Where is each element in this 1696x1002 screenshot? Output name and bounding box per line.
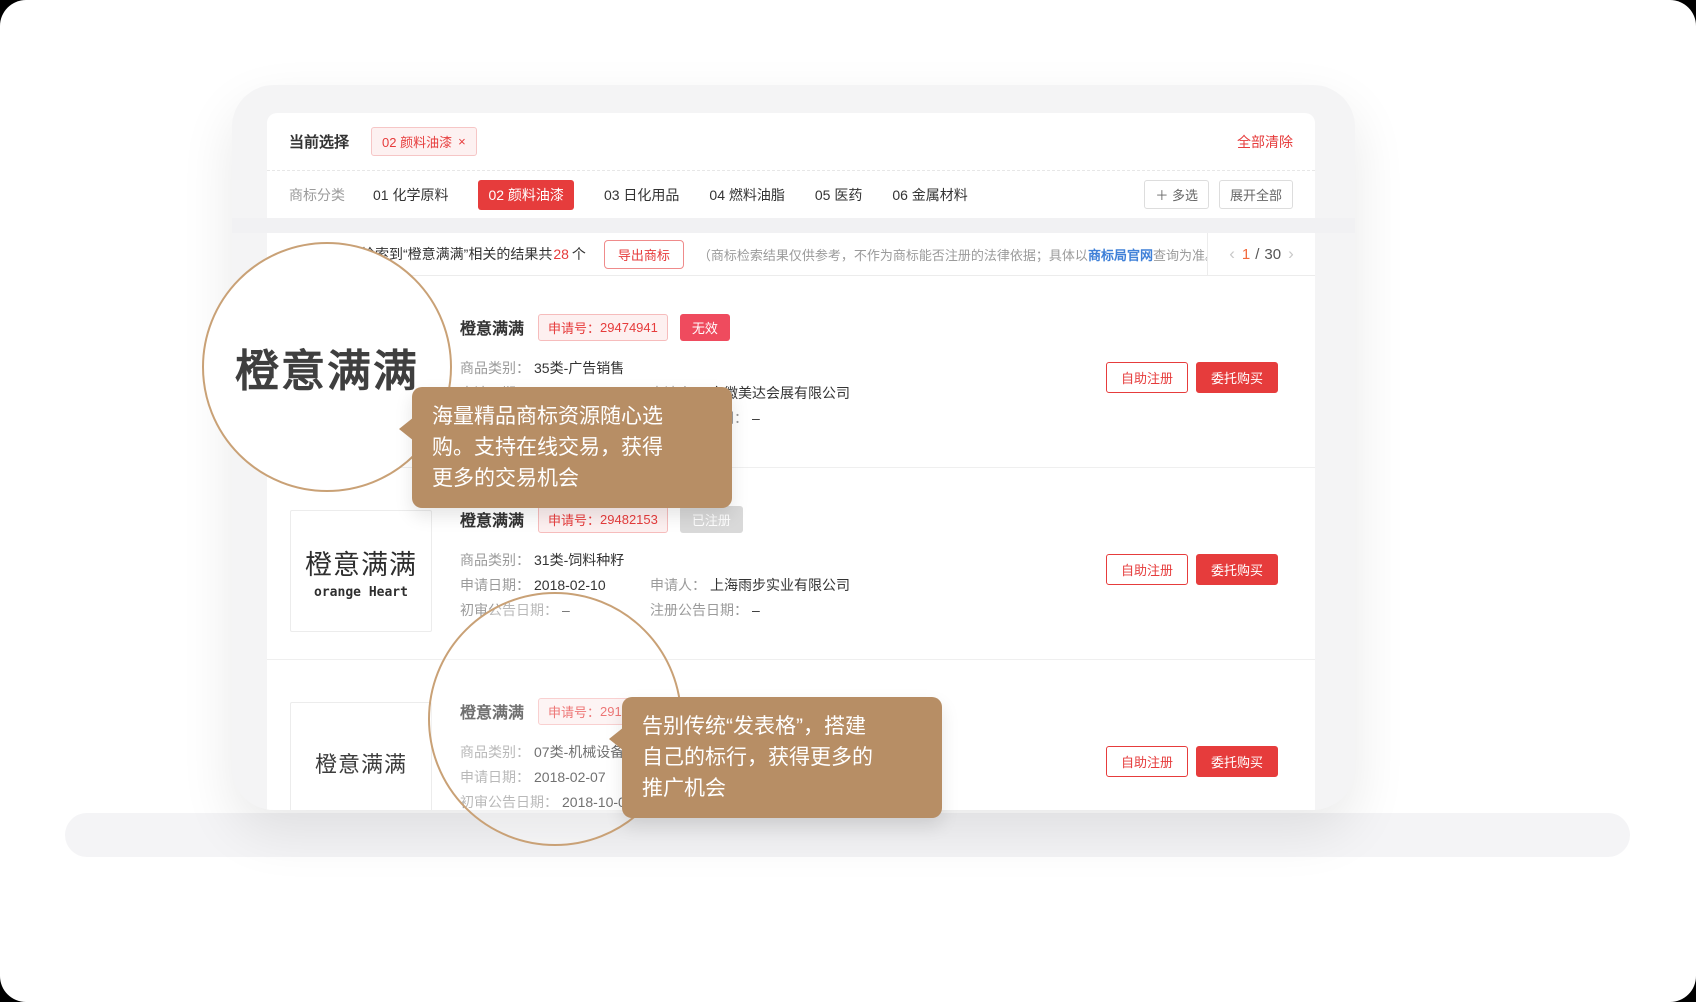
expand-all-button[interactable]: 展开全部 — [1219, 180, 1293, 209]
result-count-unit: 个 — [572, 244, 586, 264]
remove-filter-icon[interactable]: × — [458, 134, 466, 149]
row-actions: 自助注册 委托购买 — [1106, 746, 1278, 777]
application-no-tag: 申请号：29482153 — [538, 506, 668, 533]
current-page: 1 — [1242, 246, 1250, 263]
category-field-value: 31类-饲料种籽 — [534, 552, 624, 568]
page-separator: / — [1255, 246, 1259, 263]
disclaimer-note: （商标检索结果仅供参考，不作为商标能否注册的法律依据；具体以商标局官网查询为准。… — [698, 245, 1207, 264]
category-field-label: 商品类别： — [460, 552, 530, 568]
application-no-tag: 申请号：29474941 — [538, 314, 668, 341]
reg-notice-label: 注册公告日期： — [650, 602, 748, 618]
magnified-trademark-text: 橙意满满 — [235, 335, 419, 399]
category-label: 商标分类 — [289, 185, 345, 205]
trademark-name: 橙意满满 — [460, 507, 524, 531]
marketing-tooltip-trade: 海量精品商标资源随心选 购。支持在线交易，获得 更多的交易机会 — [412, 387, 732, 508]
category-item-06[interactable]: 06 金属材料 — [892, 185, 967, 205]
row-actions: 自助注册 委托购买 — [1106, 554, 1278, 585]
category-item-01[interactable]: 01 化学原料 — [373, 185, 448, 205]
self-register-button[interactable]: 自助注册 — [1106, 554, 1188, 585]
results-summary: 当前分类下检索到“橙意满满”相关的结果共28个 导出商标 （商标检索结果仅供参考… — [267, 233, 1207, 275]
category-field-label: 商品类别： — [460, 360, 530, 376]
chevron-right-icon[interactable]: › — [1281, 244, 1301, 264]
plus-icon: ＋ — [1155, 188, 1168, 203]
trademark-office-link[interactable]: 商标局官网 — [1088, 248, 1153, 263]
category-row: 商标分类 01 化学原料 02 颜料油漆 03 日化用品 04 燃料油脂 05 … — [267, 171, 1315, 218]
current-selection-label: 当前选择 — [289, 131, 349, 152]
laptop-base-bar — [65, 813, 1630, 857]
trademark-name: 橙意满满 — [460, 315, 524, 339]
multi-select-label: 多选 — [1172, 188, 1198, 203]
entrust-buy-button[interactable]: 委托购买 — [1196, 362, 1278, 393]
page: 当前选择 02 颜料油漆 × 全部清除 商标分类 01 化学原料 02 颜料油漆… — [0, 0, 1696, 1002]
selected-filter-tag-label: 02 颜料油漆 — [382, 132, 452, 151]
marketing-tooltip-promo: 告别传统“发表格”，搭建 自己的标行，获得更多的 推广机会 — [622, 697, 942, 818]
reg-notice-value: – — [752, 410, 760, 426]
clear-all-button[interactable]: 全部清除 — [1237, 132, 1293, 152]
apply-date-label: 申请日期： — [460, 577, 530, 593]
export-trademarks-button[interactable]: 导出商标 — [604, 240, 684, 269]
applicant-label: 申请人： — [650, 577, 706, 593]
results-header: 当前分类下检索到“橙意满满”相关的结果共28个 导出商标 （商标检索结果仅供参考… — [267, 233, 1315, 276]
pagination: ‹ 1 / 30 › — [1207, 233, 1315, 275]
category-item-05[interactable]: 05 医药 — [815, 185, 862, 205]
status-badge: 无效 — [680, 314, 730, 341]
applicant-value: 上海雨步实业有限公司 — [710, 577, 850, 593]
result-count: 28 — [553, 246, 569, 262]
apply-date-value: 2018-02-10 — [534, 577, 606, 593]
category-item-02-active[interactable]: 02 颜料油漆 — [478, 180, 573, 210]
divider-band — [232, 218, 1355, 233]
trademark-image: 橙意满满 orange Heart — [290, 510, 432, 632]
multi-select-button[interactable]: ＋ 多选 — [1144, 180, 1209, 209]
selected-filter-tag[interactable]: 02 颜料油漆 × — [371, 127, 477, 156]
filter-card: 当前选择 02 颜料油漆 × 全部清除 商标分类 01 化学原料 02 颜料油漆… — [267, 113, 1315, 218]
trademark-image-text: 橙意满满 — [305, 543, 417, 582]
self-register-button[interactable]: 自助注册 — [1106, 362, 1188, 393]
self-register-button[interactable]: 自助注册 — [1106, 746, 1188, 777]
chevron-left-icon[interactable]: ‹ — [1222, 244, 1242, 264]
trademark-image: 橙意满满 — [290, 702, 432, 810]
category-field-value: 35类-广告销售 — [534, 360, 624, 376]
total-pages: 30 — [1264, 246, 1281, 263]
trademark-image-text: 橙意满满 — [315, 747, 407, 779]
reg-notice-value: – — [752, 602, 760, 618]
row-actions: 自助注册 委托购买 — [1106, 362, 1278, 393]
status-badge: 已注册 — [680, 506, 743, 533]
trademark-image-subtext: orange Heart — [314, 585, 408, 600]
category-item-04[interactable]: 04 燃料油脂 — [709, 185, 784, 205]
entrust-buy-button[interactable]: 委托购买 — [1196, 554, 1278, 585]
current-selection-row: 当前选择 02 颜料油漆 × 全部清除 — [267, 113, 1315, 171]
entrust-buy-button[interactable]: 委托购买 — [1196, 746, 1278, 777]
category-item-03[interactable]: 03 日化用品 — [604, 185, 679, 205]
